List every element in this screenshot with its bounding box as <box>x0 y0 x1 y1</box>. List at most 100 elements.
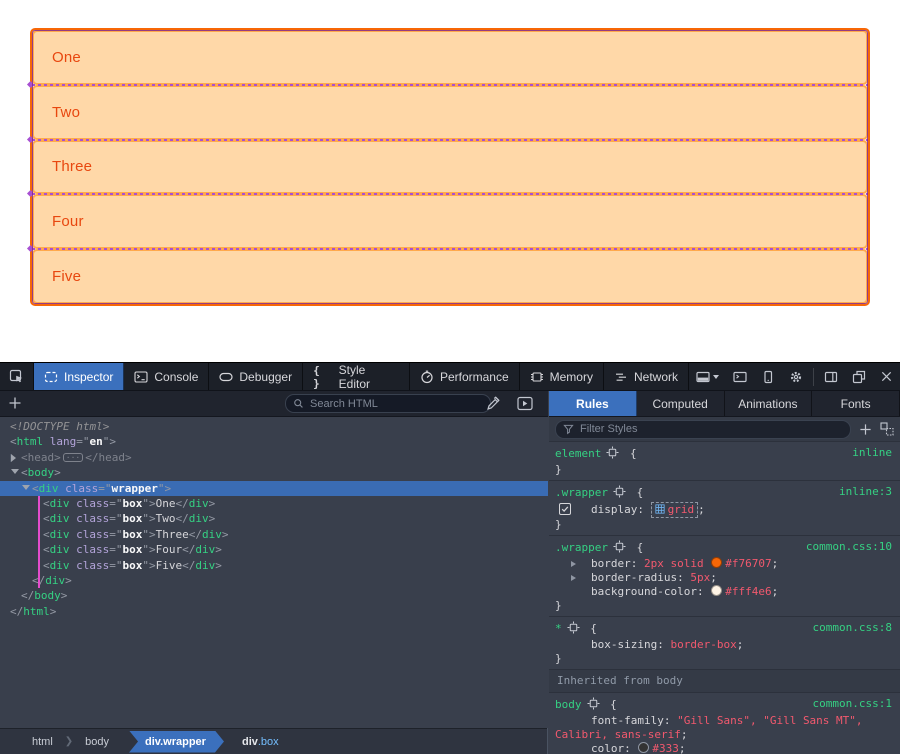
tab-debugger[interactable]: Debugger <box>209 363 303 390</box>
color-swatch[interactable] <box>711 585 722 596</box>
collapse-arrow-icon[interactable] <box>11 469 19 474</box>
markup-line[interactable]: <div class="box">One</div> <box>0 496 548 511</box>
declaration-checkbox[interactable] <box>559 503 571 515</box>
markup-line[interactable]: </body> <box>0 588 548 603</box>
highlight-selector-icon[interactable] <box>606 446 619 463</box>
css-declaration[interactable]: border: 2px solid #f76707; <box>555 557 894 571</box>
filter-styles-box[interactable] <box>555 420 851 439</box>
markup-line[interactable]: <div class="box">Three</div> <box>0 527 548 542</box>
property-name[interactable]: background-color <box>591 585 697 598</box>
css-declaration[interactable]: font-family: "Gill Sans", "Gill Sans MT"… <box>555 714 894 742</box>
rule-selector[interactable]: element <box>555 447 601 460</box>
markup-line[interactable]: <head>···</head> <box>0 450 548 465</box>
tab-fonts[interactable]: Fonts <box>812 391 900 416</box>
rule-source-link[interactable]: inline <box>852 446 892 460</box>
devtools-meatball-area <box>689 363 900 390</box>
tab-performance[interactable]: Performance <box>410 363 520 390</box>
tab-animations[interactable]: Animations <box>725 391 813 416</box>
rule-selector[interactable]: body <box>555 698 582 711</box>
add-rule-button[interactable] <box>859 423 872 436</box>
markup-line[interactable]: <html lang="en"> <box>0 434 548 449</box>
sidebar-toggle-icon[interactable] <box>817 363 845 390</box>
expand-property-icon[interactable] <box>571 561 576 567</box>
color-hex-value[interactable]: #fff4e6 <box>725 585 771 598</box>
crumb-html[interactable]: html <box>26 736 59 748</box>
color-hex-value[interactable]: #333 <box>652 742 679 754</box>
css-declaration[interactable]: border-radius: 5px; <box>555 571 894 585</box>
property-value[interactable]: 5px <box>690 571 710 584</box>
highlight-selector-icon[interactable] <box>587 697 600 714</box>
css-declaration[interactable]: background-color: #fff4e6; <box>555 585 894 599</box>
rule-selector[interactable]: .wrapper <box>555 541 608 554</box>
markup-line[interactable]: <div class="box">Five</div> <box>0 558 548 573</box>
color-hex-value[interactable]: #f76707 <box>725 557 771 570</box>
code-token: > <box>222 528 229 541</box>
crumb-div-box[interactable]: div.box <box>236 736 285 748</box>
tab-network[interactable]: Network <box>604 363 689 390</box>
markup-line[interactable]: </div> <box>0 573 548 588</box>
markup-line[interactable]: <div class="box">Four</div> <box>0 542 548 557</box>
property-name[interactable]: font-family <box>591 714 664 727</box>
markup-line[interactable]: <body> <box>0 465 548 480</box>
css-declaration[interactable]: color: #333; <box>555 742 894 754</box>
property-value[interactable]: border-box <box>670 638 736 651</box>
grid-highlighter-toggle[interactable]: grid <box>651 502 699 518</box>
pseudo-class-panel-icon[interactable] <box>880 422 894 436</box>
open-brace: { <box>623 447 636 460</box>
css-rule: element {inline} <box>549 442 900 481</box>
expand-arrow-icon[interactable] <box>11 454 16 462</box>
crumb-div-wrapper[interactable]: div.wrapper <box>129 731 224 753</box>
crumb-body[interactable]: body <box>79 736 115 748</box>
tab-memory[interactable]: Memory <box>520 363 604 390</box>
rule-source-link[interactable]: common.css:1 <box>813 697 892 711</box>
code-token: <head> <box>21 451 61 464</box>
filter-styles-input[interactable] <box>578 422 843 436</box>
property-name[interactable]: color <box>591 742 624 754</box>
css-declaration[interactable]: display: grid; <box>555 502 894 518</box>
tab-style-editor[interactable]: { }Style Editor <box>303 363 410 390</box>
search-box[interactable] <box>285 394 491 413</box>
tab-rules[interactable]: Rules <box>549 391 637 416</box>
collapsed-content-icon[interactable]: ··· <box>63 453 83 462</box>
css-declaration[interactable]: box-sizing: border-box; <box>555 638 894 652</box>
tab-computed[interactable]: Computed <box>637 391 725 416</box>
highlight-selector-icon[interactable] <box>613 540 626 557</box>
eyedropper-icon[interactable] <box>486 396 501 416</box>
collapse-arrow-icon[interactable] <box>22 485 30 490</box>
rule-selector[interactable]: .wrapper <box>555 486 608 499</box>
code-token: "> <box>142 528 155 541</box>
three-pane-toggle-icon[interactable] <box>517 396 533 416</box>
code-token: </ <box>176 512 189 525</box>
rule-source-link[interactable]: common.css:8 <box>813 621 892 635</box>
create-node-button[interactable] <box>8 396 22 415</box>
responsive-mode-icon[interactable] <box>754 363 782 390</box>
close-icon[interactable] <box>873 363 900 390</box>
tab-console[interactable]: Console <box>124 363 209 390</box>
markup-line[interactable]: <!DOCTYPE html> <box>0 419 548 434</box>
property-name[interactable]: box-sizing <box>591 638 657 651</box>
tab-inspector[interactable]: Inspector <box>34 363 124 390</box>
settings-icon[interactable] <box>782 363 810 390</box>
markup-line[interactable]: <div class="box">Two</div> <box>0 511 548 526</box>
dock-side-icon[interactable] <box>689 363 726 390</box>
grid-icon[interactable] <box>655 503 668 516</box>
pop-out-icon[interactable] <box>845 363 873 390</box>
pick-element-button[interactable] <box>0 363 34 390</box>
property-name[interactable]: display <box>591 503 637 516</box>
markup-line[interactable]: <div class="wrapper"> <box>0 481 548 496</box>
split-console-icon[interactable] <box>726 363 754 390</box>
expand-property-icon[interactable] <box>571 575 576 581</box>
property-name[interactable]: border <box>591 557 631 570</box>
rule-selector[interactable]: * <box>555 622 562 635</box>
rule-source-link[interactable]: inline:3 <box>839 485 892 499</box>
property-name[interactable]: border-radius <box>591 571 677 584</box>
search-input[interactable] <box>308 397 483 411</box>
color-swatch[interactable] <box>638 742 649 753</box>
highlight-selector-icon[interactable] <box>567 621 580 638</box>
highlight-selector-icon[interactable] <box>613 485 626 502</box>
markup-line[interactable]: </html> <box>0 604 548 619</box>
rule-source-link[interactable]: common.css:10 <box>806 540 892 554</box>
color-swatch[interactable] <box>711 557 722 568</box>
property-value[interactable]: 2px solid <box>644 557 704 570</box>
property-value[interactable]: grid <box>668 503 695 516</box>
